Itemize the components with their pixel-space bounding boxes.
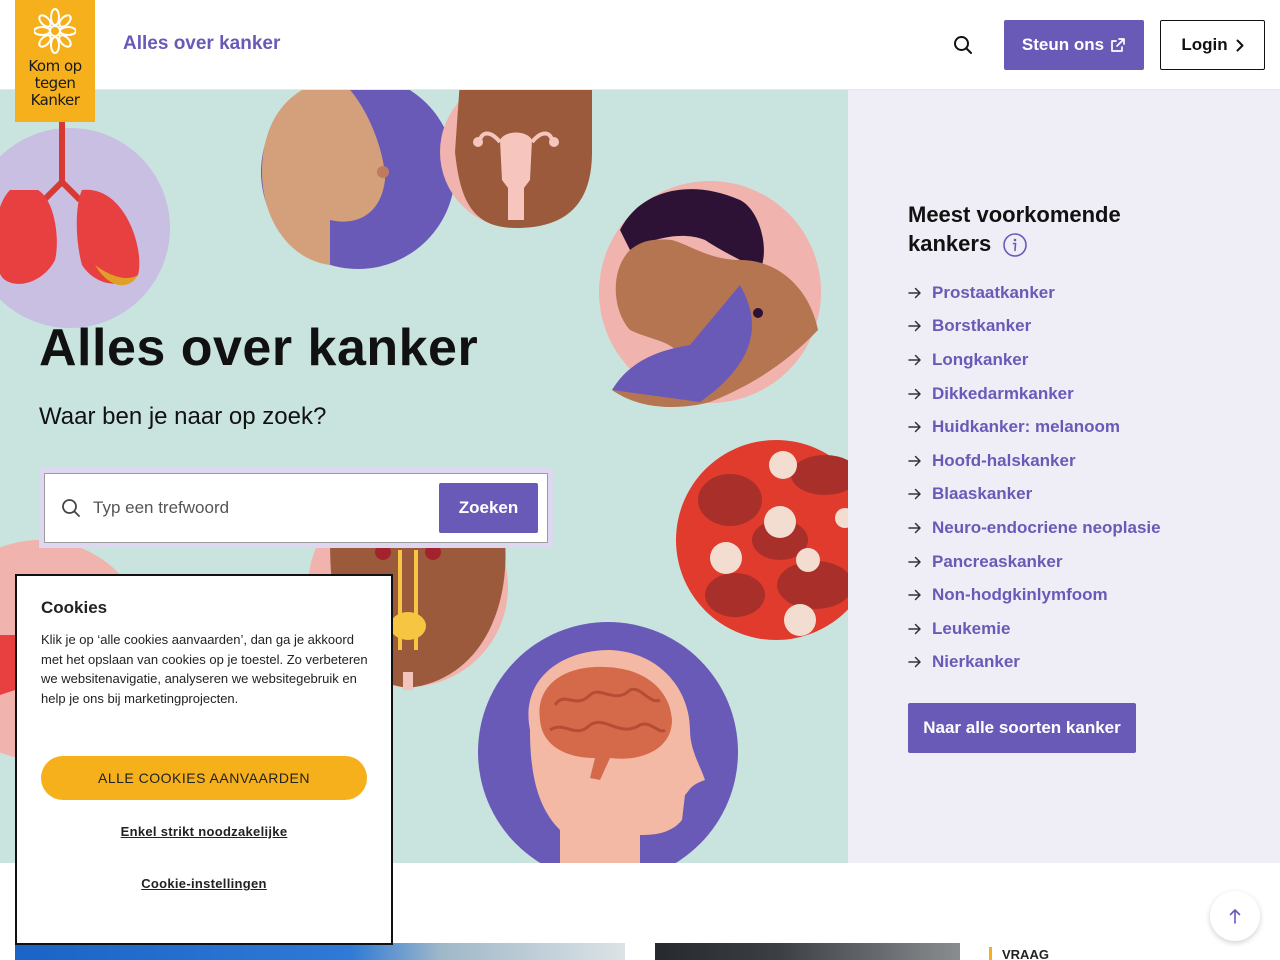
arrow-right-icon xyxy=(908,354,921,366)
brain-illustration xyxy=(478,622,738,863)
cancer-link-label: Neuro-endocriene neoplasie xyxy=(932,517,1161,537)
arrow-right-icon xyxy=(908,421,921,433)
search-box: Zoeken xyxy=(44,473,548,543)
login-label: Login xyxy=(1181,35,1228,54)
cancer-link[interactable]: Dikkedarmkanker xyxy=(908,377,1161,411)
accept-all-cookies-button[interactable]: ALLE COOKIES AANVAARDEN xyxy=(41,756,367,800)
arrow-right-icon xyxy=(908,657,921,668)
cancer-link-label: Prostaatkanker xyxy=(932,282,1055,302)
cookie-dialog: Cookies Klik je op ‘alle cookies aanvaar… xyxy=(15,574,393,945)
all-cancer-types-button[interactable]: Naar alle soorten kanker xyxy=(908,703,1136,753)
back-to-top-button[interactable] xyxy=(1210,891,1260,941)
cancer-link[interactable]: Prostaatkanker xyxy=(908,276,1161,310)
common-cancers-title: Meest voorkomende kankers xyxy=(908,200,1188,258)
arrow-right-icon xyxy=(908,455,921,467)
logo-line: Kom op xyxy=(28,57,82,75)
cancer-link-label: Leukemie xyxy=(932,618,1011,638)
card-image[interactable] xyxy=(655,943,960,960)
search-icon xyxy=(954,36,972,54)
chevron-right-icon xyxy=(1236,39,1244,51)
hero-search: Zoeken xyxy=(39,468,553,548)
search-icon xyxy=(62,499,80,517)
site-title-link[interactable]: Alles over kanker xyxy=(123,33,280,55)
arrow-right-icon xyxy=(908,589,921,601)
login-button[interactable]: Login xyxy=(1160,20,1265,70)
cookie-settings-link[interactable]: Cookie-instellingen xyxy=(17,876,391,891)
logo-text: Kom op tegen Kanker xyxy=(15,58,95,109)
site-header: Kom op tegen Kanker Alles over kanker St… xyxy=(0,0,1280,122)
profile-illustration xyxy=(599,181,821,407)
cancer-link[interactable]: Neuro-endocriene neoplasie xyxy=(908,511,1161,545)
lungs-illustration xyxy=(0,120,170,328)
arrow-right-icon xyxy=(908,522,921,534)
cancer-list: Prostaatkanker Borstkanker Longkanker Di… xyxy=(908,276,1161,679)
cancer-link-label: Borstkanker xyxy=(932,316,1032,336)
arrow-right-icon xyxy=(908,556,921,567)
cancer-link[interactable]: Longkanker xyxy=(908,343,1161,377)
cookie-text: Klik je op ‘alle cookies aanvaarden’, da… xyxy=(41,632,368,706)
hero-title: Alles over kanker xyxy=(39,319,479,377)
cancer-link[interactable]: Pancreaskanker xyxy=(908,545,1161,579)
arrow-right-icon xyxy=(908,287,921,299)
cookie-title: Cookies xyxy=(41,598,108,617)
cancer-link[interactable]: Hoofd-halskanker xyxy=(908,444,1161,478)
cancer-link[interactable]: Nierkanker xyxy=(908,646,1161,680)
arrow-up-icon xyxy=(1229,909,1241,924)
search-submit-button[interactable]: Zoeken xyxy=(439,483,538,533)
card-image[interactable] xyxy=(15,943,625,960)
cancer-link-label: Huidkanker: melanoom xyxy=(932,417,1120,437)
logo[interactable]: Kom op tegen Kanker xyxy=(15,0,95,122)
hero-subtitle: Waar ben je naar op zoek? xyxy=(39,403,327,430)
cancer-link[interactable]: Borstkanker xyxy=(908,310,1161,344)
search-input[interactable] xyxy=(93,492,423,524)
cancer-link-label: Hoofd-halskanker xyxy=(932,450,1076,470)
cancer-link[interactable]: Blaaskanker xyxy=(908,478,1161,512)
info-icon[interactable] xyxy=(1003,233,1028,257)
arrow-right-icon xyxy=(908,321,921,332)
cancer-link-label: Blaaskanker xyxy=(932,484,1033,504)
common-cancers-panel: Meest voorkomende kankers Prostaatkanker… xyxy=(848,90,1280,863)
cancer-link-label: Non-hodgkinlymfoom xyxy=(932,585,1108,605)
cancer-link-label: Longkanker xyxy=(932,349,1029,369)
blood-cells-illustration xyxy=(676,440,848,640)
uterus-illustration xyxy=(440,90,592,228)
cancer-link-label: Dikkedarmkanker xyxy=(932,383,1074,403)
arrow-right-icon xyxy=(908,623,921,634)
cancer-link-label: Nierkanker xyxy=(932,652,1020,672)
external-link-icon xyxy=(1111,38,1125,52)
logo-line: tegen xyxy=(34,74,76,92)
cancer-link[interactable]: Huidkanker: melanoom xyxy=(908,410,1161,444)
support-label: Steun ons xyxy=(1021,35,1105,54)
arrow-right-icon xyxy=(908,489,921,500)
support-button[interactable]: Steun ons xyxy=(1004,20,1144,70)
strict-cookies-link[interactable]: Enkel strikt noodzakelijke xyxy=(17,824,391,839)
card-tag: VRAAG xyxy=(989,947,1049,960)
header-search-button[interactable] xyxy=(948,30,978,60)
cancer-link-label: Pancreaskanker xyxy=(932,551,1063,571)
breast-illustration xyxy=(261,90,455,269)
arrow-right-icon xyxy=(908,388,921,399)
cancer-link[interactable]: Leukemie xyxy=(908,612,1161,646)
daisy-logo-icon xyxy=(34,8,76,54)
logo-line: Kanker xyxy=(30,91,80,109)
cancer-link[interactable]: Non-hodgkinlymfoom xyxy=(908,578,1161,612)
